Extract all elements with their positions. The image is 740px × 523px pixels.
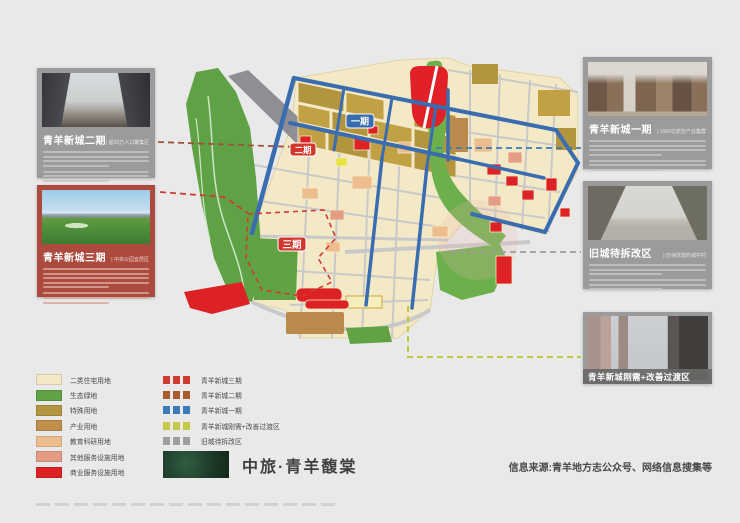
source-note: 信息来源:青羊地方志公众号、网络信息搜集等 (509, 459, 712, 474)
card-oldtown-subtitle: | 仍待改建的城中村 (663, 252, 706, 259)
industry-center-parcel (286, 312, 344, 334)
disclaimer-microtext (36, 503, 336, 506)
badge-phase3: 三期 (278, 237, 306, 251)
card-oldtown: 旧城待拆改区 | 仍待改建的城中村 (583, 181, 712, 289)
card-phase3-text (43, 292, 149, 303)
legend-item: 青羊新城刚需+改善过渡区 (163, 418, 280, 433)
card-phase2-title: 青羊新城二期 (43, 132, 106, 147)
legend-item: 产业用地 (36, 418, 124, 433)
legend-dash-swatch (163, 376, 193, 384)
badge-phase2: 二期 (290, 143, 316, 156)
transition-caption: 青羊新城刚需+改善过渡区 (583, 369, 712, 384)
legend-item: 其他服务设施用地 (36, 449, 124, 464)
poster-canvas: 一期 二期 三期 青羊新城二期 | 超20万人口聚集区 青羊新城三期 | 中央公… (0, 0, 740, 523)
legend-swatch (36, 374, 62, 385)
phase1-photo (588, 62, 707, 116)
legend-item: 青羊新城二期 (163, 387, 280, 402)
card-transition: 青羊新城刚需+改善过渡区 (583, 312, 712, 384)
legend-dash-swatch (163, 422, 193, 430)
legend-item: 特殊用地 (36, 403, 124, 418)
card-phase3: 青羊新城三期 | 中央公园宜居区 (37, 185, 155, 297)
transition-photo: 青羊新城刚需+改善过渡区 (587, 316, 708, 380)
card-phase3-title: 青羊新城三期 (43, 249, 106, 264)
green-patch (346, 326, 392, 344)
logo-image (163, 451, 229, 478)
badge-phase1: 一期 (346, 114, 374, 128)
phase3-photo (42, 190, 150, 244)
legend-swatch (36, 390, 62, 401)
legend-dash-swatch (163, 406, 193, 414)
legend-item: 商业服务设施用地 (36, 464, 124, 479)
card-phase1-title: 青羊新城一期 (589, 121, 652, 136)
industry-parcel (448, 118, 468, 152)
special-parcel (538, 90, 570, 116)
card-phase2-text (43, 151, 149, 167)
svg-text:二期: 二期 (294, 145, 312, 155)
brand-logo: 中旅·青羊馥棠 (163, 451, 357, 478)
card-phase3-subtitle: | 中央公园宜居区 (111, 256, 149, 263)
legend-item: 二类住宅用地 (36, 372, 124, 387)
special-parcel (472, 64, 498, 84)
legend-dash-swatch (163, 391, 193, 399)
legend-zones: 青羊新城三期 青羊新城二期 青羊新城一期 青羊新城刚需+改善过渡区 旧城待拆改区 (163, 372, 280, 449)
eco-green-area (186, 68, 262, 302)
legend-swatch (36, 451, 62, 462)
svg-text:三期: 三期 (282, 239, 301, 251)
legend-item: 青羊新城一期 (163, 403, 280, 418)
card-oldtown-text (589, 264, 706, 275)
legend-item: 生态绿地 (36, 387, 124, 402)
phase2-photo (42, 73, 150, 127)
legend-land-use: 二类住宅用地 生态绿地 特殊用地 产业用地 教育科研用地 其他服务设施用地 商业… (36, 372, 124, 480)
legend-swatch (36, 467, 62, 478)
card-phase1-text (589, 160, 706, 171)
card-phase1-text (589, 140, 706, 156)
legend-item: 教育科研用地 (36, 434, 124, 449)
card-phase2-subtitle: | 超20万人口聚集区 (106, 139, 149, 146)
commercial-parcel-south (184, 282, 250, 314)
card-oldtown-text (589, 279, 706, 290)
svg-text:一期: 一期 (351, 116, 369, 127)
legend-item: 旧城待拆改区 (163, 434, 280, 449)
card-phase3-text (43, 268, 149, 288)
legend-swatch (36, 405, 62, 416)
legend-swatch (36, 420, 62, 431)
card-phase1-subtitle: | 1000亿航空产业集群 (657, 128, 706, 135)
legend-item: 青羊新城三期 (163, 372, 280, 387)
legend-dash-swatch (163, 437, 193, 445)
oldtown-photo (588, 186, 707, 240)
connector-transition (408, 306, 581, 357)
legend-swatch (36, 436, 62, 447)
card-oldtown-title: 旧城待拆改区 (589, 245, 652, 260)
card-phase2: 青羊新城二期 | 超20万人口聚集区 (37, 68, 155, 178)
card-phase1: 青羊新城一期 | 1000亿航空产业集群 (583, 57, 712, 169)
card-phase2-text (43, 171, 149, 182)
brand-name: 中旅·青羊馥棠 (242, 453, 357, 477)
